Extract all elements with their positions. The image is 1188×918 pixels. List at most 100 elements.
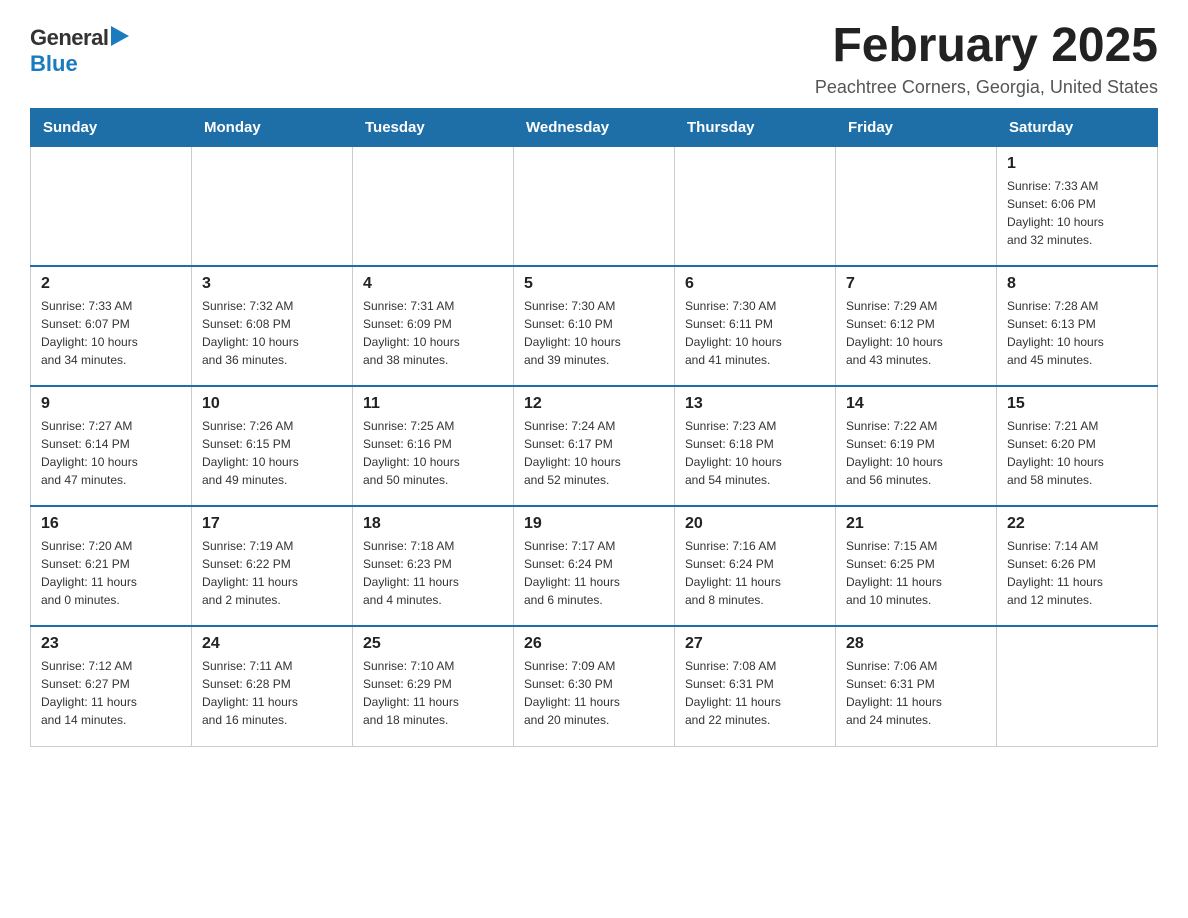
calendar-cell: 8Sunrise: 7:28 AM Sunset: 6:13 PM Daylig… [997, 266, 1158, 386]
day-number: 9 [41, 395, 181, 413]
day-number: 10 [202, 395, 342, 413]
calendar-cell: 26 Sunrise: 7:09 AM Sunset: 6:30 PM Dayli… [514, 626, 675, 746]
weekday-header-sunday: Sunday [31, 108, 192, 146]
day-number: 2 [41, 275, 181, 293]
day-number: 16 [41, 515, 181, 533]
day-info: Sunrise: 7:16 AM Sunset: 6:24 PM Dayligh… [685, 537, 825, 609]
day-info: Sunrise: 7:23 AM Sunset: 6:18 PM Dayligh… [685, 417, 825, 489]
day-number: 14 [846, 395, 986, 413]
calendar-cell: 10 Sunrise: 7:26 AM Sunset: 6:15 PM Dayli… [192, 386, 353, 506]
weekday-header-row: SundayMondayTuesdayWednesdayThursdayFrid… [31, 108, 1158, 146]
day-info: Sunrise: 7:30 AM Sunset: 6:10 PM Dayligh… [524, 297, 664, 369]
calendar-cell: 1 Sunrise: 7:33 AM Sunset: 6:06 PM Daylig… [997, 146, 1158, 266]
day-info: Sunrise: 7:15 AM Sunset: 6:25 PM Dayligh… [846, 537, 986, 609]
location-label: Peachtree Corners, Georgia, United State… [815, 77, 1158, 98]
day-number: 15 [1007, 395, 1147, 413]
calendar-cell: 11Sunrise: 7:25 AM Sunset: 6:16 PM Dayli… [353, 386, 514, 506]
day-number: 28 [846, 635, 986, 653]
calendar-week-row: 9 Sunrise: 7:27 AM Sunset: 6:14 PM Daylig… [31, 386, 1158, 506]
weekday-header-thursday: Thursday [675, 108, 836, 146]
day-info: Sunrise: 7:06 AM Sunset: 6:31 PM Dayligh… [846, 657, 986, 729]
calendar-cell: 27Sunrise: 7:08 AM Sunset: 6:31 PM Dayli… [675, 626, 836, 746]
calendar-cell: 28 Sunrise: 7:06 AM Sunset: 6:31 PM Dayli… [836, 626, 997, 746]
calendar-cell: 7 Sunrise: 7:29 AM Sunset: 6:12 PM Daylig… [836, 266, 997, 386]
weekday-header-friday: Friday [836, 108, 997, 146]
day-info: Sunrise: 7:12 AM Sunset: 6:27 PM Dayligh… [41, 657, 181, 729]
calendar-cell: 9 Sunrise: 7:27 AM Sunset: 6:14 PM Daylig… [31, 386, 192, 506]
calendar-cell: 23 Sunrise: 7:12 AM Sunset: 6:27 PM Dayli… [31, 626, 192, 746]
calendar-cell [997, 626, 1158, 746]
page-header: General Blue February 2025 Peachtree Cor… [30, 20, 1158, 98]
day-info: Sunrise: 7:09 AM Sunset: 6:30 PM Dayligh… [524, 657, 664, 729]
day-number: 19 [524, 515, 664, 533]
calendar-cell: 24 Sunrise: 7:11 AM Sunset: 6:28 PM Dayli… [192, 626, 353, 746]
day-info: Sunrise: 7:28 AM Sunset: 6:13 PM Dayligh… [1007, 297, 1147, 369]
calendar-cell: 15 Sunrise: 7:21 AM Sunset: 6:20 PM Dayli… [997, 386, 1158, 506]
calendar-cell [836, 146, 997, 266]
day-number: 22 [1007, 515, 1147, 533]
day-number: 21 [846, 515, 986, 533]
day-info: Sunrise: 7:18 AM Sunset: 6:23 PM Dayligh… [363, 537, 503, 609]
day-number: 24 [202, 635, 342, 653]
title-section: February 2025 Peachtree Corners, Georgia… [815, 20, 1158, 98]
calendar-week-row: 1 Sunrise: 7:33 AM Sunset: 6:06 PM Daylig… [31, 146, 1158, 266]
calendar-cell [353, 146, 514, 266]
calendar-cell [192, 146, 353, 266]
day-number: 13 [685, 395, 825, 413]
day-number: 5 [524, 275, 664, 293]
calendar-cell [675, 146, 836, 266]
calendar-table: SundayMondayTuesdayWednesdayThursdayFrid… [30, 108, 1158, 747]
calendar-cell: 21 Sunrise: 7:15 AM Sunset: 6:25 PM Dayli… [836, 506, 997, 626]
day-info: Sunrise: 7:33 AM Sunset: 6:07 PM Dayligh… [41, 297, 181, 369]
day-number: 3 [202, 275, 342, 293]
calendar-cell: 14 Sunrise: 7:22 AM Sunset: 6:19 PM Dayli… [836, 386, 997, 506]
calendar-cell: 18 Sunrise: 7:18 AM Sunset: 6:23 PM Dayli… [353, 506, 514, 626]
day-info: Sunrise: 7:11 AM Sunset: 6:28 PM Dayligh… [202, 657, 342, 729]
day-number: 12 [524, 395, 664, 413]
day-info: Sunrise: 7:31 AM Sunset: 6:09 PM Dayligh… [363, 297, 503, 369]
weekday-header-tuesday: Tuesday [353, 108, 514, 146]
day-info: Sunrise: 7:29 AM Sunset: 6:12 PM Dayligh… [846, 297, 986, 369]
day-number: 26 [524, 635, 664, 653]
day-info: Sunrise: 7:14 AM Sunset: 6:26 PM Dayligh… [1007, 537, 1147, 609]
day-info: Sunrise: 7:27 AM Sunset: 6:14 PM Dayligh… [41, 417, 181, 489]
day-info: Sunrise: 7:30 AM Sunset: 6:11 PM Dayligh… [685, 297, 825, 369]
day-info: Sunrise: 7:24 AM Sunset: 6:17 PM Dayligh… [524, 417, 664, 489]
day-number: 18 [363, 515, 503, 533]
day-info: Sunrise: 7:20 AM Sunset: 6:21 PM Dayligh… [41, 537, 181, 609]
calendar-cell: 3 Sunrise: 7:32 AM Sunset: 6:08 PM Daylig… [192, 266, 353, 386]
day-number: 23 [41, 635, 181, 653]
month-title: February 2025 [815, 20, 1158, 73]
day-info: Sunrise: 7:32 AM Sunset: 6:08 PM Dayligh… [202, 297, 342, 369]
day-info: Sunrise: 7:19 AM Sunset: 6:22 PM Dayligh… [202, 537, 342, 609]
day-info: Sunrise: 7:33 AM Sunset: 6:06 PM Dayligh… [1007, 177, 1147, 249]
day-info: Sunrise: 7:10 AM Sunset: 6:29 PM Dayligh… [363, 657, 503, 729]
day-info: Sunrise: 7:17 AM Sunset: 6:24 PM Dayligh… [524, 537, 664, 609]
day-number: 11 [363, 395, 503, 413]
calendar-cell: 12 Sunrise: 7:24 AM Sunset: 6:17 PM Dayli… [514, 386, 675, 506]
day-info: Sunrise: 7:26 AM Sunset: 6:15 PM Dayligh… [202, 417, 342, 489]
calendar-cell: 2 Sunrise: 7:33 AM Sunset: 6:07 PM Daylig… [31, 266, 192, 386]
day-number: 1 [1007, 155, 1147, 173]
logo: General Blue [30, 20, 129, 77]
day-info: Sunrise: 7:08 AM Sunset: 6:31 PM Dayligh… [685, 657, 825, 729]
calendar-cell: 17Sunrise: 7:19 AM Sunset: 6:22 PM Dayli… [192, 506, 353, 626]
logo-arrow-icon [111, 26, 129, 46]
calendar-cell: 20 Sunrise: 7:16 AM Sunset: 6:24 PM Dayli… [675, 506, 836, 626]
calendar-cell: 19 Sunrise: 7:17 AM Sunset: 6:24 PM Dayli… [514, 506, 675, 626]
calendar-cell: 5 Sunrise: 7:30 AM Sunset: 6:10 PM Daylig… [514, 266, 675, 386]
day-number: 20 [685, 515, 825, 533]
weekday-header-monday: Monday [192, 108, 353, 146]
day-number: 7 [846, 275, 986, 293]
day-info: Sunrise: 7:21 AM Sunset: 6:20 PM Dayligh… [1007, 417, 1147, 489]
day-number: 4 [363, 275, 503, 293]
day-number: 6 [685, 275, 825, 293]
calendar-cell: 25 Sunrise: 7:10 AM Sunset: 6:29 PM Dayli… [353, 626, 514, 746]
calendar-cell: 4 Sunrise: 7:31 AM Sunset: 6:09 PM Daylig… [353, 266, 514, 386]
day-info: Sunrise: 7:22 AM Sunset: 6:19 PM Dayligh… [846, 417, 986, 489]
logo-blue-text: Blue [30, 51, 78, 76]
day-number: 25 [363, 635, 503, 653]
calendar-cell: 16 Sunrise: 7:20 AM Sunset: 6:21 PM Dayli… [31, 506, 192, 626]
calendar-cell [514, 146, 675, 266]
calendar-week-row: 23 Sunrise: 7:12 AM Sunset: 6:27 PM Dayli… [31, 626, 1158, 746]
